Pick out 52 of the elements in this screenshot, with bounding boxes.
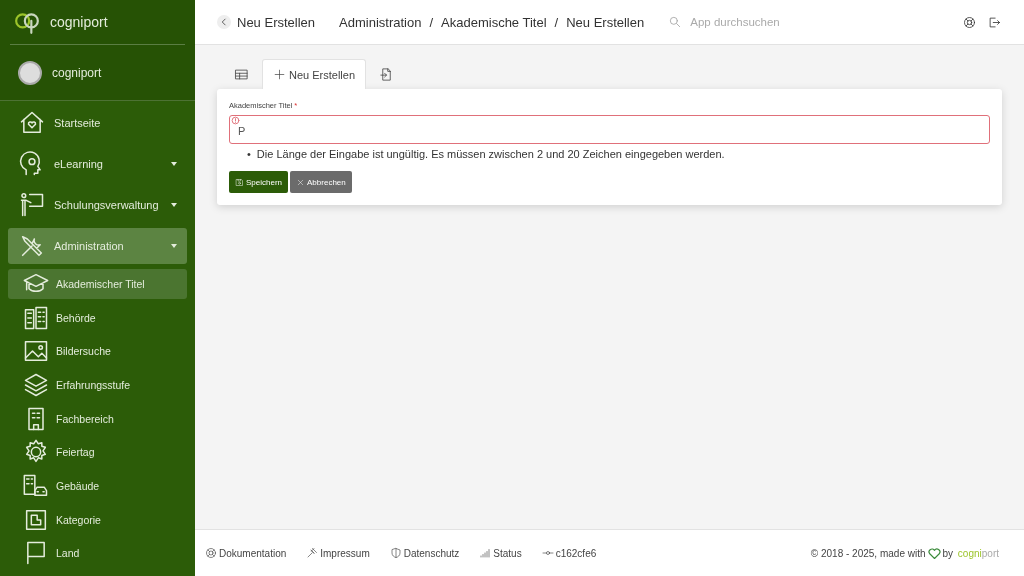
nav-subitem[interactable]: Erfahrungsstufe bbox=[8, 370, 187, 400]
nav-item[interactable]: eLearning bbox=[8, 146, 187, 182]
nav-subitem[interactable]: Feiertag bbox=[8, 437, 187, 468]
floppy-icon bbox=[235, 177, 244, 187]
caret-icon bbox=[171, 162, 177, 166]
footer-link[interactable]: Datenschutz bbox=[389, 547, 460, 559]
back-button[interactable]: Neu Erstellen bbox=[217, 14, 316, 30]
nav-subitem[interactable]: Fachbereich bbox=[8, 403, 187, 434]
footer-link[interactable]: Status bbox=[479, 547, 522, 559]
breadcrumb-link[interactable]: Administration bbox=[339, 14, 422, 30]
nav-subitem[interactable]: Kategorie bbox=[8, 504, 187, 535]
signal-icon bbox=[479, 547, 492, 559]
footer-link[interactable]: Dokumentation bbox=[205, 547, 287, 559]
heart-icon bbox=[926, 545, 942, 561]
footer-brand: cogniport bbox=[957, 547, 999, 559]
nav-subitem[interactable]: Behörde bbox=[8, 302, 187, 333]
copyright-text: © 2018 - 2025, made with bbox=[810, 547, 926, 559]
plus-icon bbox=[273, 68, 286, 81]
shield-icon bbox=[389, 547, 402, 559]
nav-item[interactable]: Schulungsverwaltung bbox=[8, 187, 187, 223]
breadcrumb-separator: / bbox=[429, 14, 434, 30]
caret-icon bbox=[171, 203, 177, 207]
nav-item[interactable]: Startseite bbox=[8, 105, 187, 141]
nav-subitem[interactable]: Bildersuche bbox=[8, 336, 187, 367]
close-icon bbox=[296, 177, 306, 187]
breadcrumb-separator: / bbox=[554, 14, 559, 30]
help-icon bbox=[962, 14, 977, 30]
user-name: cogniport bbox=[52, 65, 102, 80]
teacher-board-icon bbox=[18, 191, 46, 219]
footer-link[interactable]: c162cfe6 bbox=[541, 547, 597, 559]
nav-subitem[interactable]: Gebäude bbox=[8, 471, 187, 501]
bullet-mark: • bbox=[247, 147, 251, 161]
breadcrumb-link[interactable]: Neu Erstellen bbox=[566, 14, 645, 30]
caret-icon bbox=[171, 244, 177, 248]
lifebuoy-icon bbox=[205, 547, 217, 559]
table-icon bbox=[234, 67, 249, 82]
brand-name: cogniport bbox=[50, 14, 108, 30]
save-button[interactable]: Speichern bbox=[229, 171, 289, 193]
chevron-left-icon bbox=[217, 15, 231, 29]
footer-link[interactable]: Impressum bbox=[306, 547, 370, 559]
nav-item[interactable]: Administration bbox=[8, 228, 187, 264]
title-input-field[interactable]: P bbox=[229, 115, 990, 144]
breadcrumb-link[interactable]: Akademische Titel bbox=[441, 14, 547, 30]
tab[interactable]: Neu Erstellen bbox=[262, 59, 367, 89]
nav-subitem[interactable]: Akademischer Titel bbox=[8, 269, 187, 299]
avatar bbox=[18, 60, 42, 85]
logout-icon bbox=[987, 14, 1002, 30]
cancel-button[interactable]: Abbrechen bbox=[290, 171, 352, 193]
by-text: by bbox=[942, 547, 954, 559]
search-icon bbox=[668, 15, 683, 29]
nav-subitem[interactable]: Land bbox=[8, 538, 187, 569]
error-message: Die Länge der Eingabe ist ungültig. Es müssen zwischen 2 und 20 Zeichen eingegeben werden. bbox=[256, 147, 725, 161]
